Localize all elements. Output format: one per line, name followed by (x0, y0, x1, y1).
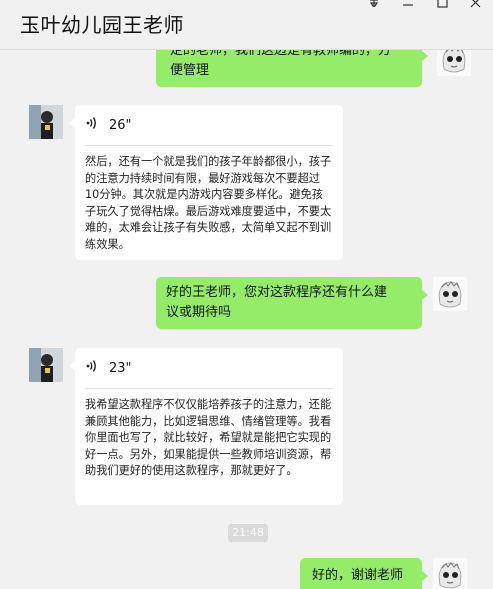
voice-transcript: 我希望这款程序不仅仅能培养孩子的注意力，还能兼顾其他能力，比如逻辑思维、情绪管理… (85, 398, 332, 478)
contact-avatar[interactable] (29, 348, 63, 382)
message-bubble-contact[interactable]: 26" 然后，还有一个就是我们的孩子年龄都很小，孩子的注意力持续时间有限，最好游… (69, 105, 343, 260)
voice-wave-icon (85, 116, 99, 137)
window-controls (365, 0, 485, 14)
message-text: 好的，谢谢老师 (312, 568, 404, 583)
title-bar: 玉叶幼儿园王老师 (0, 0, 493, 50)
divider (85, 145, 333, 146)
self-avatar[interactable] (433, 277, 467, 311)
self-avatar[interactable] (437, 50, 471, 76)
message-bubble-self[interactable]: 好的王老师，您对这款程序还有什么建 议或期待吗 (156, 277, 428, 329)
chat-title: 玉叶幼儿园王老师 (20, 13, 184, 37)
voice-duration: 23" (109, 361, 132, 376)
voice-duration: 26" (109, 118, 132, 133)
message-text-line: 便管理 (170, 63, 210, 78)
message-text-line: 好的王老师，您对这款程序还有什么建 (166, 285, 388, 300)
minimize-icon[interactable] (399, 0, 417, 12)
message-bubble-self[interactable]: 定的老师，我们这边是有教师编的，方 便管理 (156, 50, 428, 87)
voice-transcript: 然后，还有一个就是我们的孩子年龄都很小，孩子的注意力持续时间有限，最好游戏每次不… (85, 155, 332, 251)
message-text-line: 议或期待吗 (166, 305, 232, 320)
close-icon[interactable] (467, 0, 485, 12)
chat-area[interactable]: 定的老师，我们这边是有教师编的，方 便管理 26" 然后，还有一个就是我们的孩子… (0, 50, 493, 589)
message-bubble-self[interactable]: 好的，谢谢老师 (300, 558, 428, 589)
self-avatar[interactable] (433, 558, 467, 589)
message-timestamp: 21:48 (228, 524, 268, 542)
voice-message[interactable]: 26" (85, 115, 333, 137)
pin-icon[interactable] (365, 0, 383, 12)
message-text-line: 定的老师，我们这边是有教师编的，方 (170, 50, 392, 58)
voice-wave-icon (85, 359, 99, 380)
contact-avatar[interactable] (29, 105, 63, 139)
maximize-icon[interactable] (433, 0, 451, 12)
voice-message[interactable]: 23" (85, 358, 333, 380)
message-bubble-contact[interactable]: 23" 我希望这款程序不仅仅能培养孩子的注意力，还能兼顾其他能力，比如逻辑思维、… (69, 348, 343, 505)
divider (85, 388, 333, 389)
